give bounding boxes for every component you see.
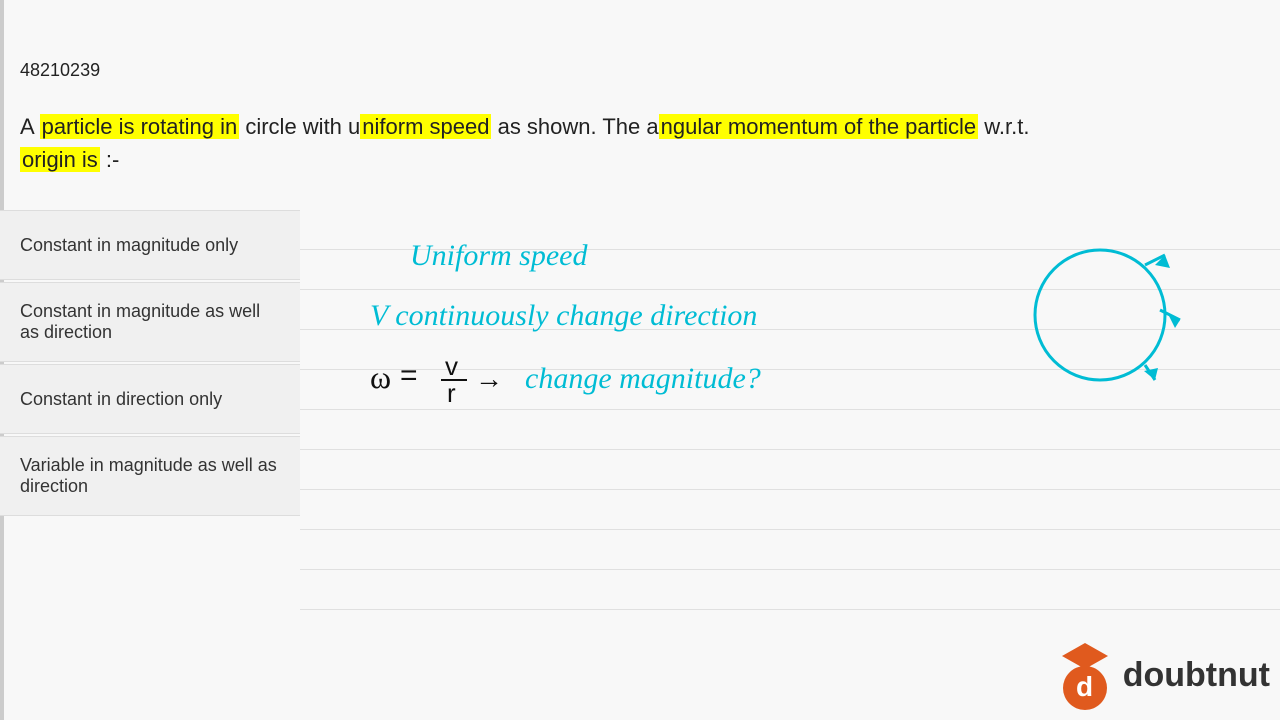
option-a-label: Constant in magnitude only <box>20 235 238 256</box>
doubtnut-icon: d <box>1053 638 1118 713</box>
handwriting-area: Uniform speed V continuously change dire… <box>300 210 1260 620</box>
option-d-label: Variable in magnitude as well as directi… <box>20 455 280 497</box>
svg-text:v: v <box>445 351 458 381</box>
svg-text:Uniform speed: Uniform speed <box>410 239 588 272</box>
svg-text:change magnitude?: change magnitude? <box>525 362 761 395</box>
svg-text:r: r <box>447 378 456 408</box>
svg-text:ω: ω <box>370 359 391 395</box>
highlight-uniform: niform speed <box>360 114 491 139</box>
option-b-label: Constant in magnitude as well as directi… <box>20 301 280 343</box>
question-id: 48210239 <box>20 60 100 81</box>
highlight-angular: ngular momentum of the particle <box>659 114 979 139</box>
option-b[interactable]: Constant in magnitude as well as directi… <box>0 282 300 362</box>
option-c-label: Constant in direction only <box>20 389 222 410</box>
option-d[interactable]: Variable in magnitude as well as directi… <box>0 436 300 516</box>
svg-text:→: → <box>475 363 503 394</box>
option-a[interactable]: Constant in magnitude only <box>0 210 300 280</box>
options-container: Constant in magnitude only Constant in m… <box>0 210 300 518</box>
option-c[interactable]: Constant in direction only <box>0 364 300 434</box>
svg-text:d: d <box>1076 671 1093 702</box>
logo-text: doubtnut <box>1123 656 1270 695</box>
highlight-particle: particle is rotating in <box>40 114 240 139</box>
svg-text:=: = <box>400 359 418 392</box>
svg-text:V continuously change directio: V continuously change direction <box>370 299 757 332</box>
highlight-origin: origin is <box>20 147 100 172</box>
question-text: A particle is rotating in circle with un… <box>20 110 1260 176</box>
logo-area: d doubtnut <box>1000 630 1280 720</box>
